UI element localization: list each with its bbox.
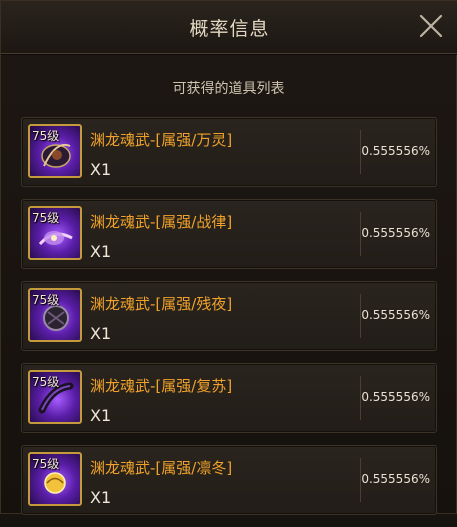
item-quantity: X1 (90, 406, 112, 425)
dialog-header: 概率信息 (1, 1, 457, 54)
probability-info-dialog: 概率信息 可获得的道具列表 75级 渊龙魂武-[属强/万灵] X1 0.5555… (0, 0, 457, 515)
soul-weapon-icon: 75级 (28, 206, 82, 260)
list-item[interactable]: 75级 渊龙魂武-[属强/万灵] X1 0.555556% (21, 117, 437, 187)
item-name: 渊龙魂武-[属强/战律] (90, 213, 233, 231)
soul-weapon-icon: 75级 (28, 124, 82, 178)
item-level-badge: 75级 (32, 129, 60, 143)
item-probability: 0.555556% (361, 226, 430, 240)
soul-weapon-icon: 75级 (28, 288, 82, 342)
item-level-badge: 75级 (32, 211, 60, 225)
item-name: 渊龙魂武-[属强/凛冬] (90, 459, 233, 477)
item-level-badge: 75级 (32, 293, 60, 307)
soul-weapon-icon: 75级 (28, 370, 82, 424)
list-item[interactable]: 75级 渊龙魂武-[属强/凛冬] X1 0.555556% (21, 445, 437, 515)
item-list: 75级 渊龙魂武-[属强/万灵] X1 0.555556% 75级 渊龙魂武-[… (21, 117, 437, 527)
item-name: 渊龙魂武-[属强/万灵] (90, 131, 233, 149)
item-level-badge: 75级 (32, 375, 60, 389)
item-name: 渊龙魂武-[属强/复苏] (90, 377, 233, 395)
item-probability: 0.555556% (361, 472, 430, 486)
close-icon[interactable] (418, 13, 444, 39)
list-item[interactable]: 75级 渊龙魂武-[属强/战律] X1 0.555556% (21, 199, 437, 269)
item-probability: 0.555556% (361, 308, 430, 322)
item-probability: 0.555556% (361, 390, 430, 404)
item-name: 渊龙魂武-[属强/残夜] (90, 295, 233, 313)
item-level-badge: 75级 (32, 457, 60, 471)
list-item[interactable]: 75级 渊龙魂武-[属强/残夜] X1 0.555556% (21, 281, 437, 351)
list-item[interactable]: 75级 渊龙魂武-[属强/复苏] X1 0.555556% (21, 363, 437, 433)
obtainable-items-heading: 可获得的道具列表 (172, 81, 285, 97)
soul-weapon-icon: 75级 (28, 452, 82, 506)
item-probability: 0.555556% (361, 144, 430, 158)
dialog-title: 概率信息 (189, 18, 270, 40)
item-quantity: X1 (90, 488, 112, 507)
item-quantity: X1 (90, 242, 112, 261)
item-quantity: X1 (90, 160, 112, 179)
item-quantity: X1 (90, 324, 112, 343)
